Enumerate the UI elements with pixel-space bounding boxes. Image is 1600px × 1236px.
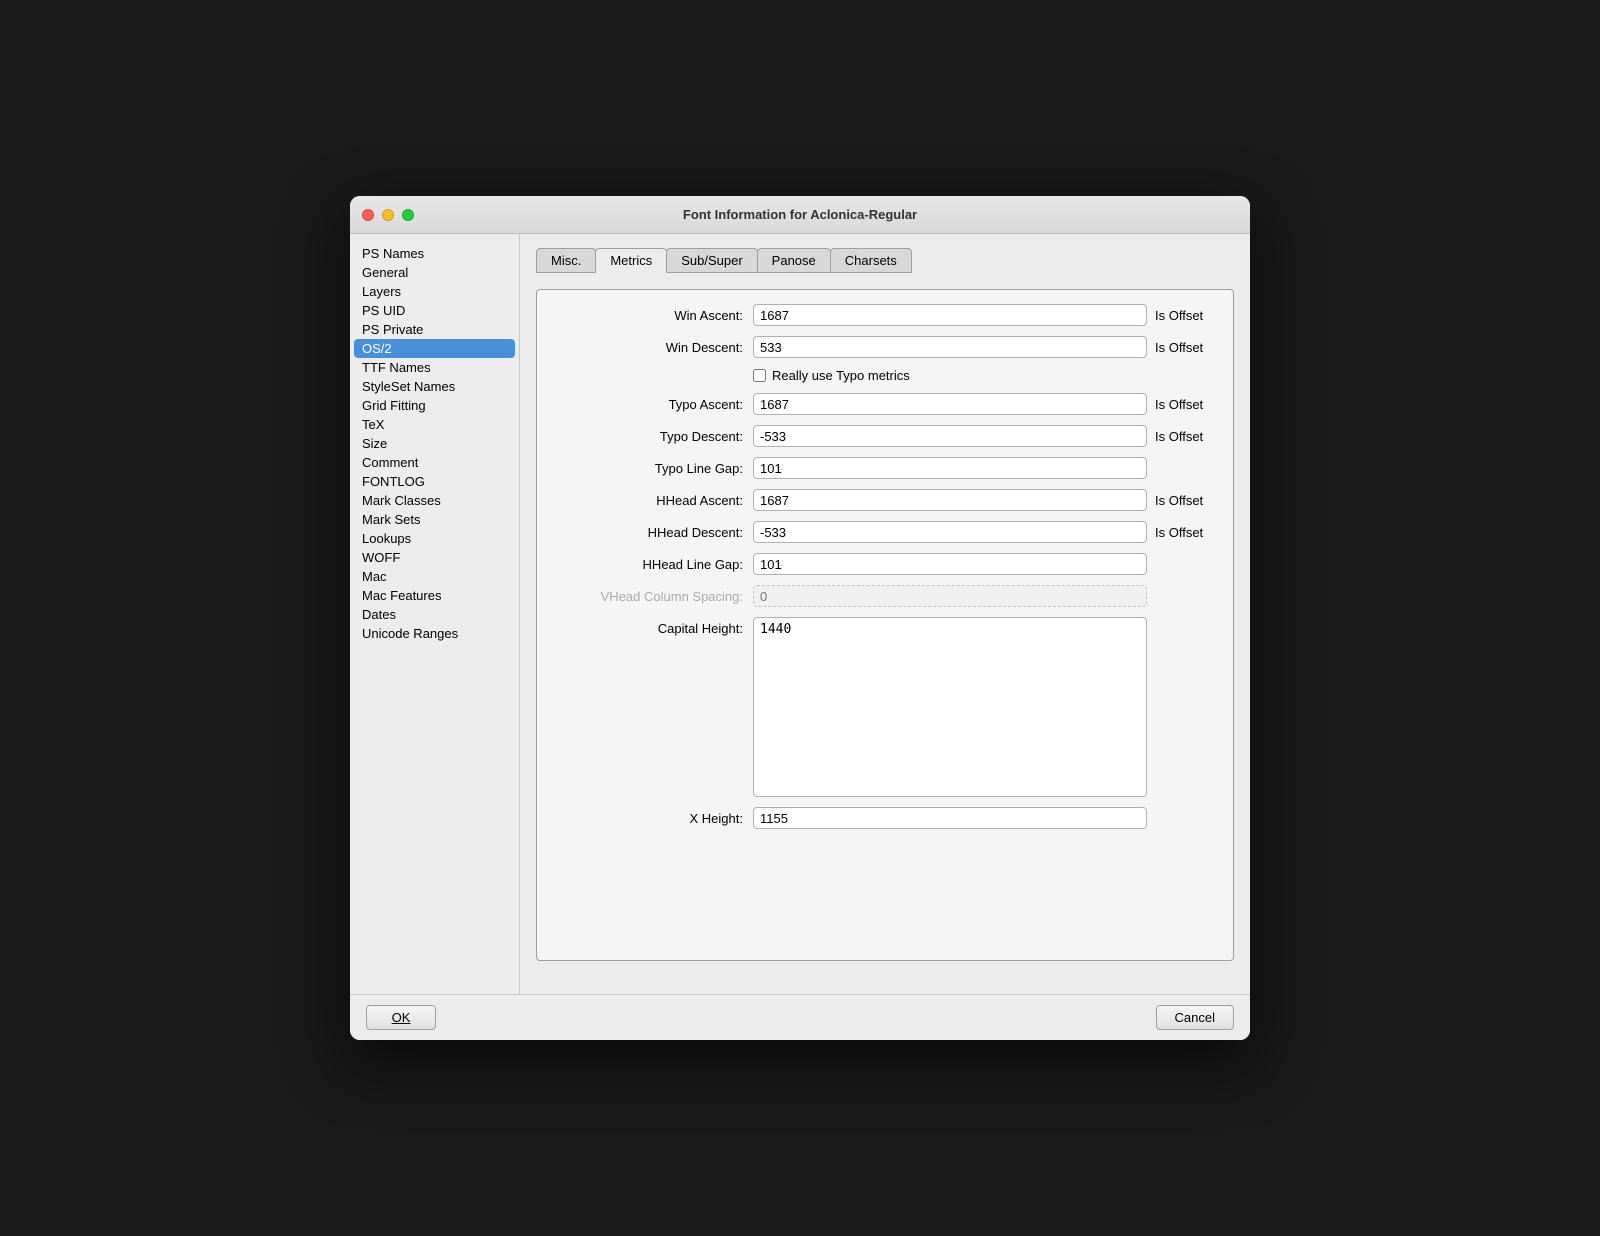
minimize-button[interactable]	[382, 209, 394, 221]
typo-descent-row: Typo Descent: Is Offset	[553, 425, 1217, 447]
sidebar-item-size[interactable]: Size	[350, 434, 519, 453]
sidebar-item-woff[interactable]: WOFF	[350, 548, 519, 567]
typo-ascent-suffix: Is Offset	[1147, 397, 1217, 412]
win-ascent-input[interactable]	[753, 304, 1147, 326]
sidebar-item-ps-names[interactable]: PS Names	[350, 244, 519, 263]
win-descent-suffix: Is Offset	[1147, 340, 1217, 355]
sidebar-item-dates[interactable]: Dates	[350, 605, 519, 624]
sidebar-item-general[interactable]: General	[350, 263, 519, 282]
sidebar-item-unicode-ranges[interactable]: Unicode Ranges	[350, 624, 519, 643]
x-height-input[interactable]	[753, 807, 1147, 829]
tab-metrics[interactable]: Metrics	[595, 248, 667, 273]
form-area: Win Ascent: Is Offset Win Descent: Is Of…	[536, 289, 1234, 961]
sidebar-item-mac-features[interactable]: Mac Features	[350, 586, 519, 605]
sidebar: PS NamesGeneralLayersPS UIDPS PrivateOS/…	[350, 234, 520, 994]
hhead-descent-row: HHead Descent: Is Offset	[553, 521, 1217, 543]
footer: OK Cancel	[350, 994, 1250, 1040]
typo-ascent-input[interactable]	[753, 393, 1147, 415]
typo-ascent-row: Typo Ascent: Is Offset	[553, 393, 1217, 415]
typo-line-gap-label: Typo Line Gap:	[553, 461, 753, 476]
win-descent-label: Win Descent:	[553, 340, 753, 355]
hhead-ascent-row: HHead Ascent: Is Offset	[553, 489, 1217, 511]
tab-charsets[interactable]: Charsets	[830, 248, 912, 273]
content-area: Misc.MetricsSub/SuperPanoseCharsets Win …	[520, 234, 1250, 994]
title-bar: Font Information for Aclonica-Regular	[350, 196, 1250, 234]
maximize-button[interactable]	[402, 209, 414, 221]
main-window: Font Information for Aclonica-Regular PS…	[350, 196, 1250, 1040]
sidebar-item-grid-fitting[interactable]: Grid Fitting	[350, 396, 519, 415]
typo-line-gap-input[interactable]	[753, 457, 1147, 479]
sidebar-item-tex[interactable]: TeX	[350, 415, 519, 434]
sidebar-item-mark-classes[interactable]: Mark Classes	[350, 491, 519, 510]
sidebar-item-ps-uid[interactable]: PS UID	[350, 301, 519, 320]
win-ascent-suffix: Is Offset	[1147, 308, 1217, 323]
really-use-typo-label: Really use Typo metrics	[772, 368, 910, 383]
x-height-row: X Height:	[553, 807, 1217, 829]
win-descent-input[interactable]	[753, 336, 1147, 358]
sidebar-item-lookups[interactable]: Lookups	[350, 529, 519, 548]
capital-height-row: Capital Height:	[553, 617, 1217, 797]
sidebar-item-mac[interactable]: Mac	[350, 567, 519, 586]
sidebar-item-layers[interactable]: Layers	[350, 282, 519, 301]
sidebar-item-styleset-names[interactable]: StyleSet Names	[350, 377, 519, 396]
hhead-line-gap-input[interactable]	[753, 553, 1147, 575]
sidebar-item-os/2[interactable]: OS/2	[354, 339, 515, 358]
tab-panose[interactable]: Panose	[757, 248, 831, 273]
capital-height-label: Capital Height:	[553, 617, 753, 636]
ok-button[interactable]: OK	[366, 1005, 436, 1030]
x-height-label: X Height:	[553, 811, 753, 826]
hhead-ascent-suffix: Is Offset	[1147, 493, 1217, 508]
typo-descent-input[interactable]	[753, 425, 1147, 447]
hhead-descent-input[interactable]	[753, 521, 1147, 543]
sidebar-item-mark-sets[interactable]: Mark Sets	[350, 510, 519, 529]
window-title: Font Information for Aclonica-Regular	[683, 207, 917, 222]
hhead-line-gap-label: HHead Line Gap:	[553, 557, 753, 572]
hhead-line-gap-row: HHead Line Gap:	[553, 553, 1217, 575]
sidebar-item-ttf-names[interactable]: TTF Names	[350, 358, 519, 377]
traffic-lights	[362, 209, 414, 221]
win-ascent-label: Win Ascent:	[553, 308, 753, 323]
hhead-ascent-label: HHead Ascent:	[553, 493, 753, 508]
tab-bar: Misc.MetricsSub/SuperPanoseCharsets	[536, 248, 1234, 273]
typo-ascent-label: Typo Ascent:	[553, 397, 753, 412]
really-use-typo-row: Really use Typo metrics	[553, 368, 1217, 383]
cancel-button[interactable]: Cancel	[1156, 1005, 1234, 1030]
window-body: PS NamesGeneralLayersPS UIDPS PrivateOS/…	[350, 234, 1250, 994]
hhead-descent-suffix: Is Offset	[1147, 525, 1217, 540]
close-button[interactable]	[362, 209, 374, 221]
sidebar-item-ps-private[interactable]: PS Private	[350, 320, 519, 339]
win-ascent-row: Win Ascent: Is Offset	[553, 304, 1217, 326]
typo-line-gap-row: Typo Line Gap:	[553, 457, 1217, 479]
typo-descent-suffix: Is Offset	[1147, 429, 1217, 444]
tab-misc-[interactable]: Misc.	[536, 248, 596, 273]
typo-descent-label: Typo Descent:	[553, 429, 753, 444]
vhead-column-spacing-label: VHead Column Spacing:	[553, 589, 753, 604]
sidebar-item-comment[interactable]: Comment	[350, 453, 519, 472]
win-descent-row: Win Descent: Is Offset	[553, 336, 1217, 358]
hhead-ascent-input[interactable]	[753, 489, 1147, 511]
really-use-typo-checkbox[interactable]	[753, 369, 766, 382]
sidebar-item-fontlog[interactable]: FONTLOG	[350, 472, 519, 491]
vhead-column-spacing-row: VHead Column Spacing:	[553, 585, 1217, 607]
capital-height-textarea[interactable]	[753, 617, 1147, 797]
vhead-column-spacing-input[interactable]	[753, 585, 1147, 607]
tab-sub-super[interactable]: Sub/Super	[666, 248, 757, 273]
hhead-descent-label: HHead Descent:	[553, 525, 753, 540]
